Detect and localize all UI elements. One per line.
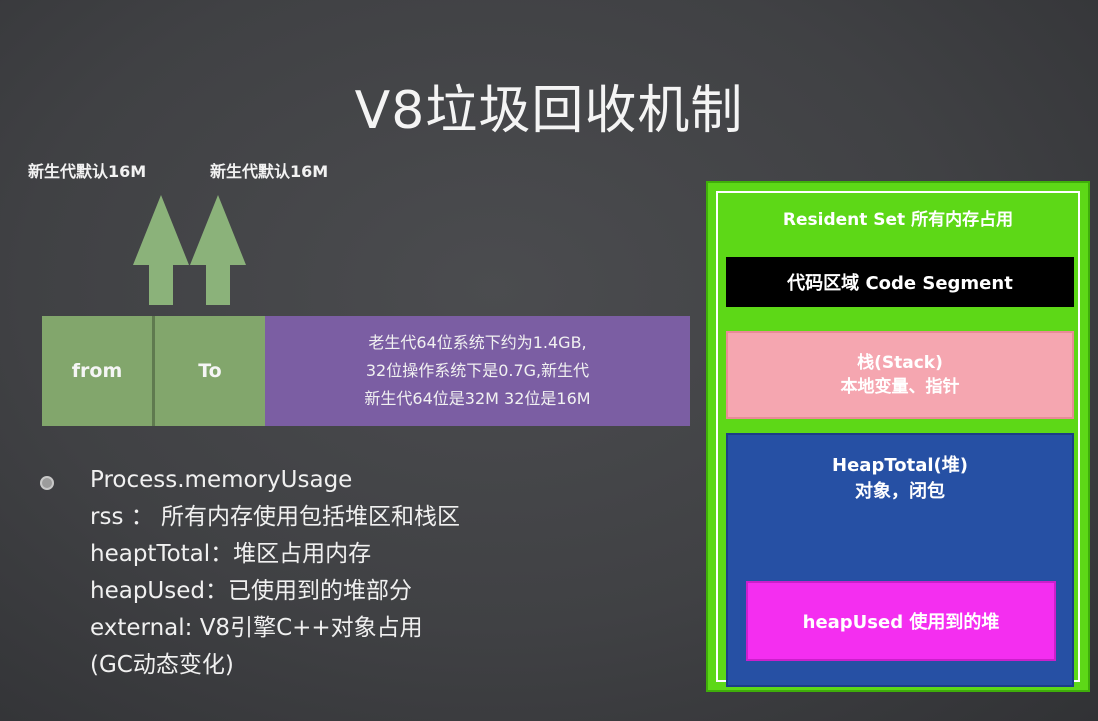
- resident-set-label: Resident Set 所有内存占用: [782, 210, 1014, 230]
- up-arrow-icon: [190, 195, 246, 305]
- heap-label: HeapTotal(堆) 对象，闭包: [728, 453, 1072, 505]
- note-line: external: V8引擎C++对象占用: [90, 615, 423, 641]
- slide-title: V8垃圾回收机制: [354, 81, 744, 141]
- process-memory-diagram: Resident Set 所有内存占用 代码区域 Code Segment 栈(…: [706, 181, 1090, 692]
- note-line: (GC动态变化): [90, 652, 234, 678]
- young-gen-label-from: 新生代默认16M: [28, 162, 147, 181]
- heap-region: HeapTotal(堆) 对象，闭包 heapUsed 使用到的堆: [726, 433, 1074, 687]
- from-space: from: [42, 316, 155, 426]
- to-space-label: To: [198, 360, 222, 382]
- up-arrow-icon: [133, 195, 189, 305]
- note-line: heaptTotal：堆区占用内存: [90, 541, 372, 567]
- old-generation: 老生代64位系统下约为1.4GB, 32位操作系统下是0.7G,新生代 新生代6…: [265, 316, 690, 426]
- heap-generation-bar: from To 老生代64位系统下约为1.4GB, 32位操作系统下是0.7G,…: [42, 316, 690, 426]
- young-gen-label-to: 新生代默认16M: [210, 162, 329, 181]
- code-segment: 代码区域 Code Segment: [726, 257, 1074, 307]
- heap-title: HeapTotal(堆): [832, 455, 968, 476]
- bullet-icon: [40, 476, 54, 490]
- heap-desc: 对象，闭包: [855, 481, 945, 502]
- memory-usage-notes: Process.memoryUsage rss ： 所有内存使用包括堆区和栈区 …: [90, 462, 460, 684]
- old-gen-line: 32位操作系统下是0.7G,新生代: [365, 361, 590, 380]
- old-gen-line: 老生代64位系统下约为1.4GB,: [368, 333, 587, 352]
- note-line: rss ： 所有内存使用包括堆区和栈区: [90, 504, 461, 530]
- from-space-label: from: [71, 360, 123, 382]
- resident-set-frame: Resident Set 所有内存占用 代码区域 Code Segment 栈(…: [716, 191, 1080, 687]
- stack-title: 栈(Stack): [857, 353, 943, 373]
- note-line: heapUsed：已使用到的堆部分: [90, 578, 412, 604]
- old-gen-line: 新生代64位是32M 32位是16M: [364, 389, 591, 408]
- to-space: To: [155, 316, 265, 426]
- stack-region: 栈(Stack) 本地变量、指针: [726, 331, 1074, 419]
- note-line: Process.memoryUsage: [90, 467, 353, 493]
- stack-desc: 本地变量、指针: [840, 377, 960, 397]
- heap-used-region: heapUsed 使用到的堆: [746, 581, 1056, 661]
